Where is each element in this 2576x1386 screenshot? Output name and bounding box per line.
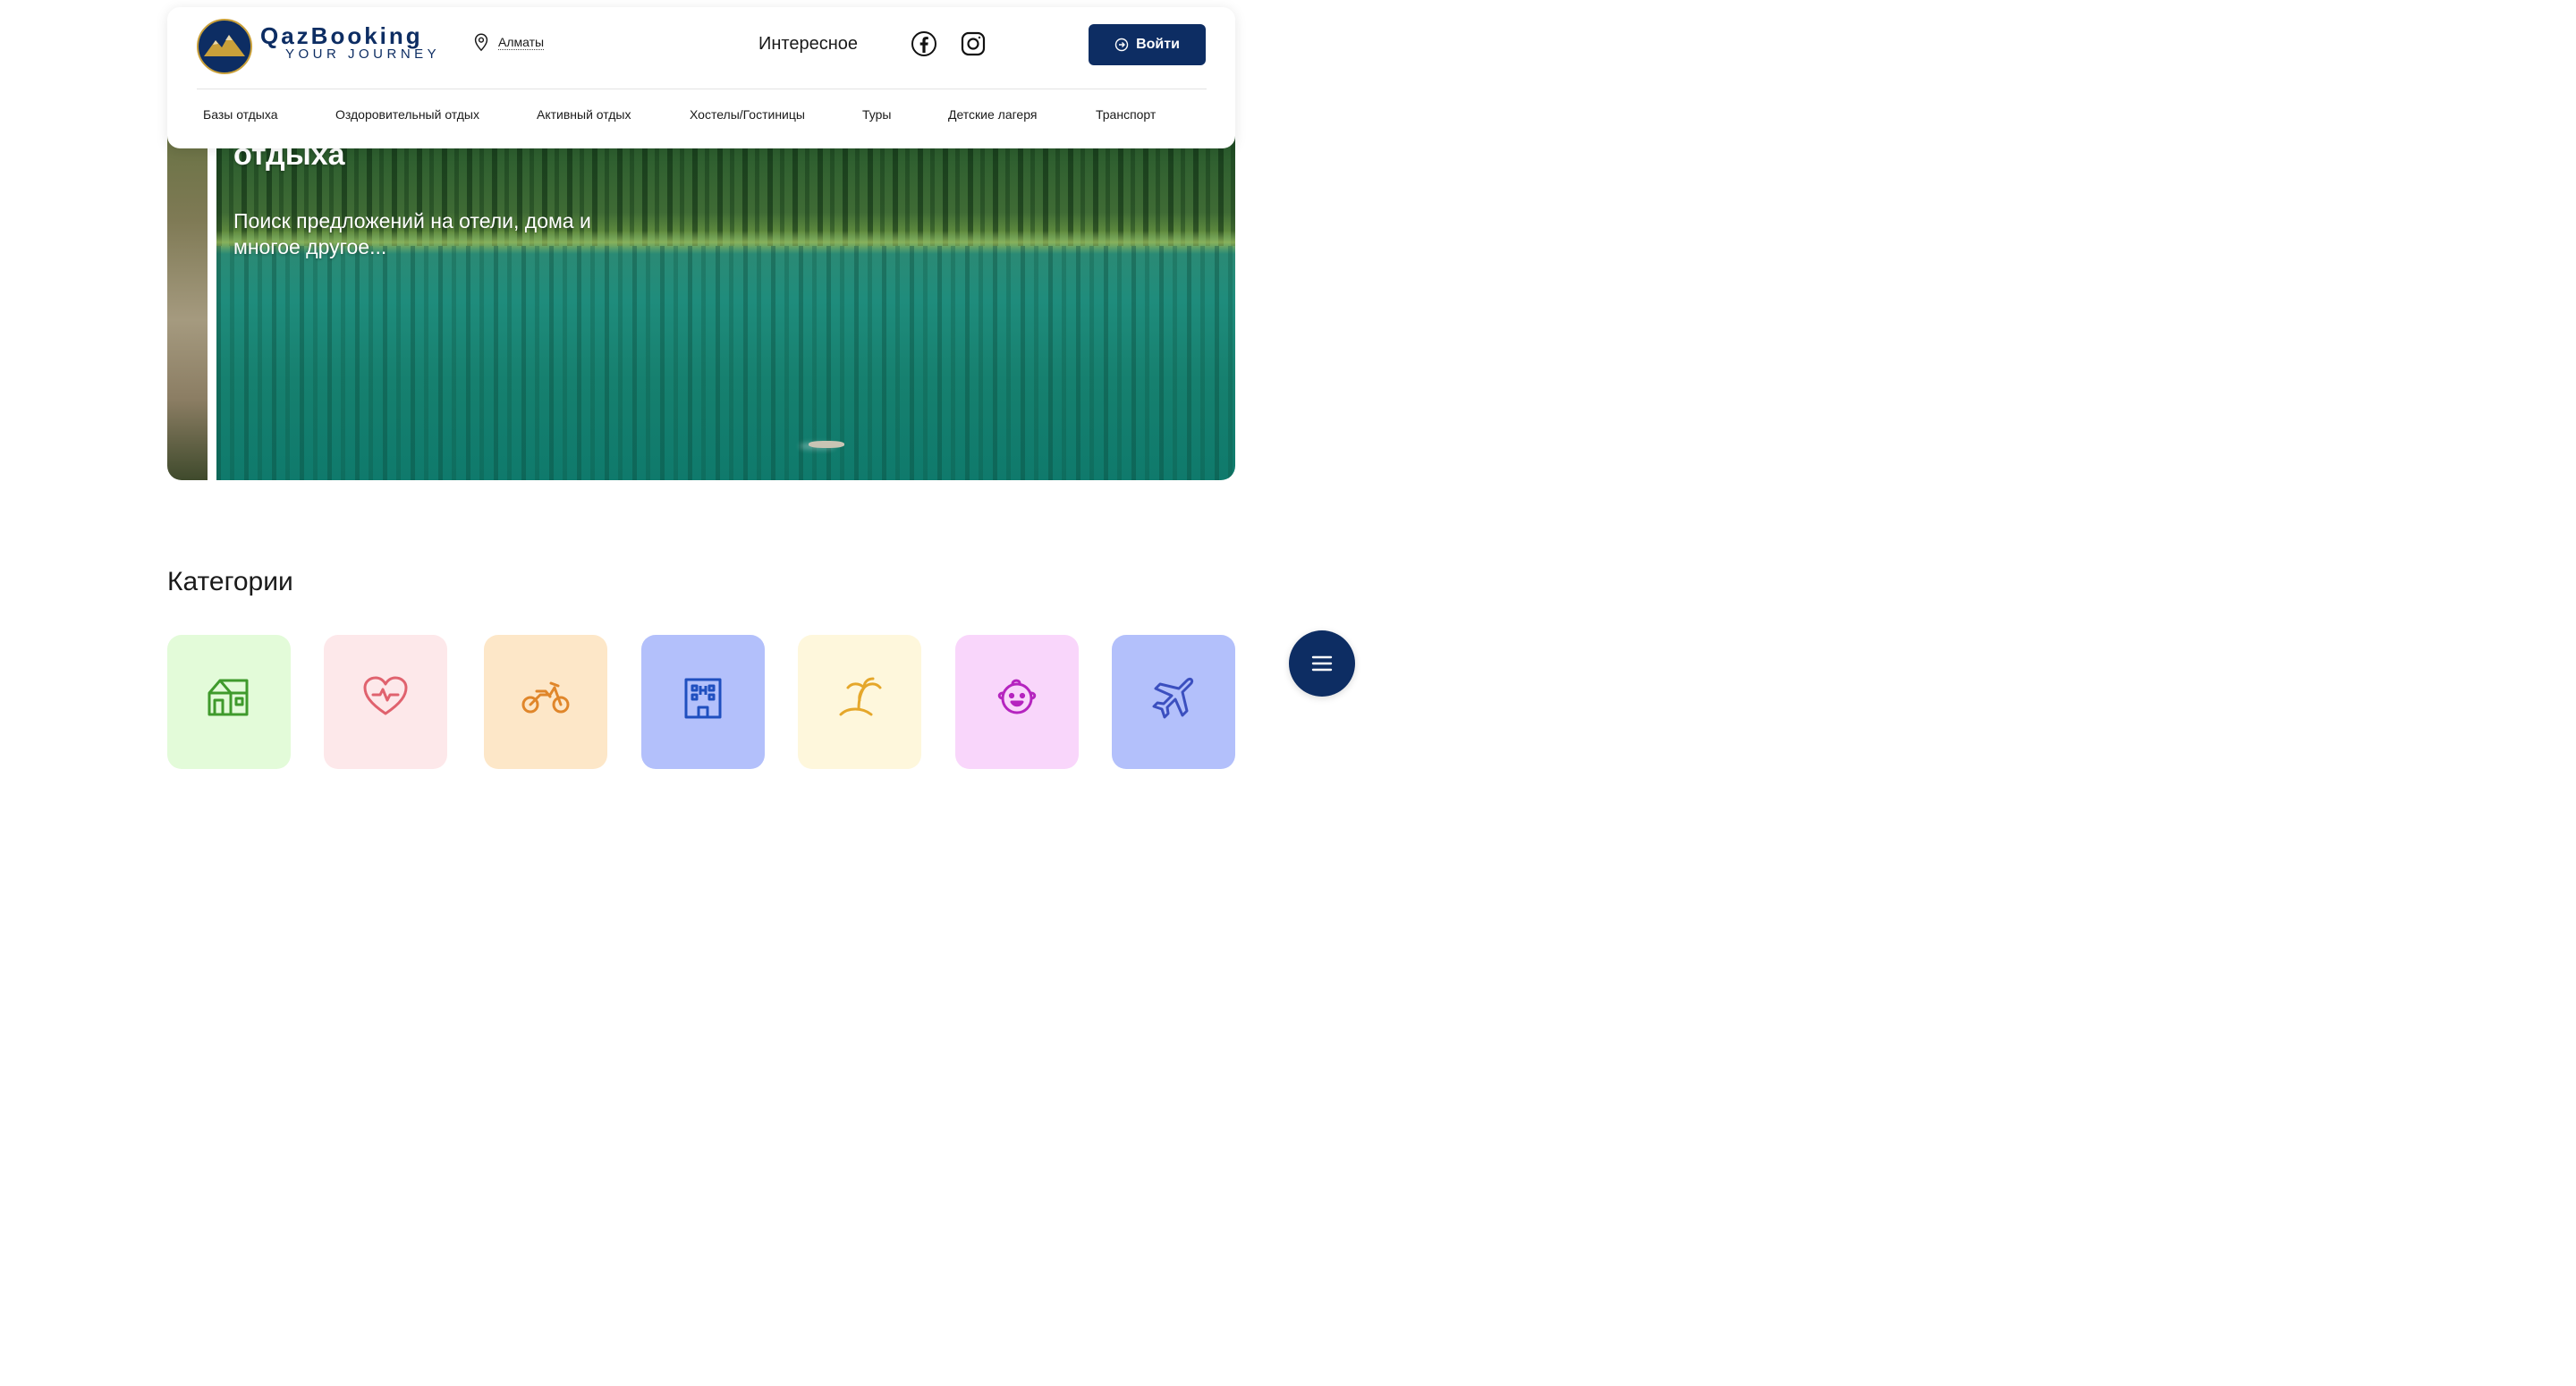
nav-item-resorts[interactable]: Базы отдыха <box>203 107 277 122</box>
hamburger-menu-icon <box>1311 655 1333 672</box>
location-selector[interactable]: Алматы <box>471 32 545 52</box>
baby-face-icon <box>997 679 1037 714</box>
palm-island-icon <box>839 677 882 716</box>
mountain-logo-icon[interactable] <box>197 19 252 74</box>
categories-title: Категории <box>167 567 293 596</box>
login-button[interactable]: Войти <box>1089 24 1206 65</box>
category-transport[interactable] <box>1112 635 1235 769</box>
facebook-icon[interactable] <box>911 30 937 57</box>
main-nav: Базы отдыха Оздоровительный отдых Активн… <box>167 107 1235 125</box>
category-hostels[interactable] <box>641 635 765 769</box>
instagram-icon[interactable] <box>960 30 987 57</box>
airplane-icon <box>1152 677 1194 719</box>
location-label: Алматы <box>498 34 545 50</box>
login-arrow-icon <box>1114 38 1129 52</box>
menu-fab-button[interactable] <box>1289 630 1355 697</box>
boat-image <box>809 441 844 448</box>
hero-subtitle: Поиск предложений на отели, дома и много… <box>233 209 591 258</box>
site-header: QazBooking YOUR JOURNEY Алматы Интересно… <box>167 7 1235 148</box>
motorbike-icon <box>521 681 570 714</box>
category-wellness[interactable] <box>324 635 447 769</box>
interesting-link[interactable]: Интересное <box>758 34 858 55</box>
house-icon <box>208 679 249 716</box>
nav-item-tours[interactable]: Туры <box>862 107 891 122</box>
nav-item-kids-camps[interactable]: Детские лагеря <box>948 107 1037 122</box>
category-resorts[interactable] <box>167 635 291 769</box>
nav-item-active[interactable]: Активный отдых <box>537 107 631 122</box>
nav-item-hostels[interactable]: Хостелы/Гостиницы <box>690 107 805 122</box>
building-icon <box>684 678 722 719</box>
heart-pulse-icon <box>363 676 408 715</box>
nav-item-wellness[interactable]: Оздоровительный отдых <box>335 107 479 122</box>
category-tours[interactable] <box>798 635 921 769</box>
category-active[interactable] <box>484 635 607 769</box>
location-pin-icon <box>474 33 488 52</box>
category-kids-camps[interactable] <box>955 635 1079 769</box>
nav-item-transport[interactable]: Транспорт <box>1096 107 1156 122</box>
logo-tagline: YOUR JOURNEY <box>285 46 441 62</box>
login-label: Войти <box>1136 37 1180 52</box>
